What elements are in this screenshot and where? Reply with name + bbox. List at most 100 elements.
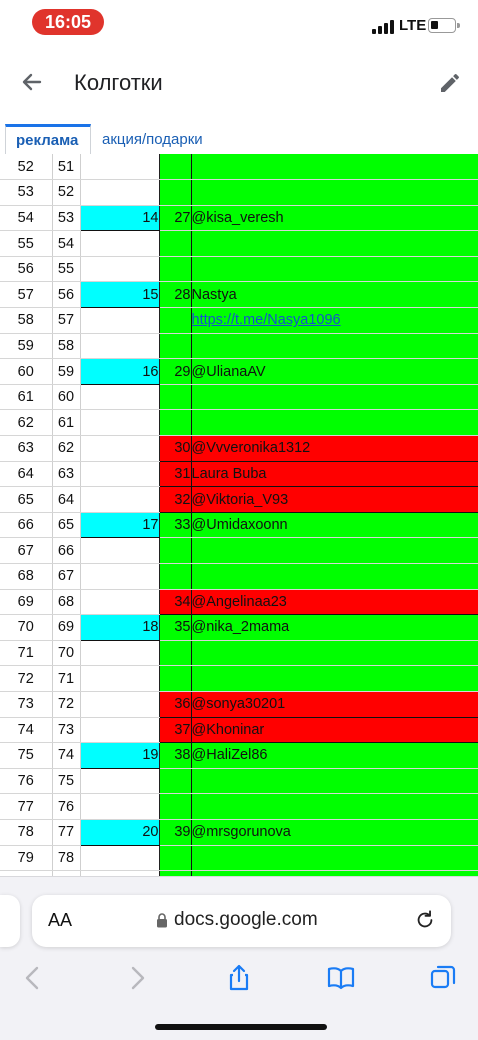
row-number[interactable]: 61 [0,384,53,411]
row-number[interactable]: 63 [0,435,53,462]
number-cell[interactable] [80,640,160,667]
row-number[interactable]: 64 [0,461,53,488]
index-cell[interactable] [159,256,192,283]
index-cell[interactable]: 37 [159,716,192,744]
sub-number-cell[interactable]: 51 [52,154,81,181]
name-cell[interactable]: @Umidaxoonn [191,511,478,539]
index-cell[interactable]: 27 [159,205,192,232]
sub-number-cell[interactable]: 62 [52,435,81,462]
row-number[interactable]: 59 [0,333,53,360]
number-cell[interactable] [80,333,160,360]
sub-number-cell[interactable]: 72 [52,691,81,718]
name-cell[interactable]: @nika_2mama [191,614,478,641]
number-cell[interactable] [80,154,160,181]
sub-number-cell[interactable]: 67 [52,563,81,590]
row-number[interactable]: 66 [0,512,53,539]
share-icon[interactable] [224,963,254,993]
table-row[interactable]: 52 51 [0,154,478,181]
number-cell[interactable] [80,409,160,437]
name-cell[interactable] [191,665,478,692]
name-cell[interactable] [191,384,478,411]
tab-reklama[interactable]: реклама [5,124,91,156]
index-cell[interactable] [159,307,192,334]
name-cell[interactable]: @Khoninar [191,716,478,744]
name-cell[interactable]: @Vvveronika1312 [191,435,478,462]
name-cell[interactable] [191,409,478,437]
name-cell[interactable] [191,845,478,872]
sub-number-cell[interactable]: 74 [52,742,81,769]
name-cell[interactable]: Laura Buba [191,460,478,488]
bookmarks-icon[interactable] [326,963,356,993]
index-cell[interactable] [159,665,192,692]
number-cell[interactable] [80,768,160,795]
table-row[interactable]: 66 65 17 33 @Umidaxoonn [0,511,478,539]
sub-number-cell[interactable]: 61 [52,409,81,437]
number-cell[interactable] [80,563,160,590]
profile-link[interactable]: https://t.me/Nasya1096 [192,312,341,328]
number-cell[interactable]: 18 [79,614,160,641]
name-cell[interactable] [191,230,478,257]
index-cell[interactable]: 36 [159,690,192,718]
sub-number-cell[interactable]: 78 [52,845,81,872]
sub-number-cell[interactable]: 59 [52,358,81,385]
row-number[interactable]: 67 [0,537,53,564]
index-cell[interactable] [159,640,192,667]
index-cell[interactable]: 35 [159,614,192,641]
index-cell[interactable]: 38 [159,742,192,769]
table-row[interactable]: 72 71 [0,665,478,692]
index-cell[interactable]: 31 [159,460,192,488]
name-cell[interactable]: @Angelinaa23 [191,588,478,616]
sub-number-cell[interactable]: 68 [52,589,81,616]
sub-number-cell[interactable]: 55 [52,256,81,283]
table-row[interactable]: 64 63 31 Laura Buba [0,460,478,488]
row-number[interactable]: 70 [0,614,53,641]
name-cell[interactable] [191,333,478,360]
sub-number-cell[interactable]: 65 [52,512,81,539]
table-row[interactable]: 76 75 [0,768,478,795]
row-number[interactable]: 57 [0,281,53,309]
row-number[interactable]: 79 [0,845,53,872]
sub-number-cell[interactable]: 53 [52,205,81,232]
table-row[interactable]: 77 76 [0,793,478,820]
sub-number-cell[interactable]: 69 [52,614,81,641]
table-row[interactable]: 68 67 [0,563,478,590]
number-cell[interactable] [80,435,160,462]
number-cell[interactable] [80,537,160,564]
table-row[interactable]: 67 66 [0,537,478,564]
name-cell[interactable]: @Viktoria_V93 [191,486,478,513]
index-cell[interactable]: 28 [159,281,192,309]
name-cell[interactable] [191,793,478,820]
index-cell[interactable] [159,179,192,206]
row-number[interactable]: 65 [0,486,53,513]
table-row[interactable]: 54 53 14 27 @kisa_veresh [0,204,478,232]
table-row[interactable]: 74 73 37 @Khoninar [0,716,478,744]
name-cell[interactable]: @sonya30201 [191,690,478,718]
number-cell[interactable] [80,589,160,616]
sub-number-cell[interactable]: 52 [52,179,81,206]
name-cell[interactable] [191,154,478,181]
number-cell[interactable] [80,691,160,718]
index-cell[interactable] [159,768,192,795]
index-cell[interactable]: 34 [159,588,192,616]
number-cell[interactable] [80,384,160,411]
sub-number-cell[interactable]: 75 [52,768,81,795]
name-cell[interactable] [191,563,478,590]
row-number[interactable]: 58 [0,307,53,334]
number-cell[interactable]: 20 [79,818,160,846]
index-cell[interactable] [159,845,192,872]
row-number[interactable]: 62 [0,409,53,437]
reload-icon[interactable] [414,909,436,931]
sub-number-cell[interactable]: 60 [52,384,81,411]
name-cell[interactable]: @mrsgorunova [191,819,478,846]
table-row[interactable]: 60 59 16 29 @UlianaAV [0,358,478,385]
row-number[interactable]: 77 [0,793,53,820]
row-number[interactable]: 69 [0,589,53,616]
number-cell[interactable] [80,717,160,744]
table-row[interactable]: 53 52 [0,179,478,206]
name-cell[interactable]: @HaliZel86 [191,742,478,769]
sub-number-cell[interactable]: 64 [52,486,81,513]
number-cell[interactable] [80,256,160,283]
index-cell[interactable] [159,409,192,437]
index-cell[interactable]: 39 [159,819,192,846]
table-row[interactable]: 55 54 [0,230,478,257]
